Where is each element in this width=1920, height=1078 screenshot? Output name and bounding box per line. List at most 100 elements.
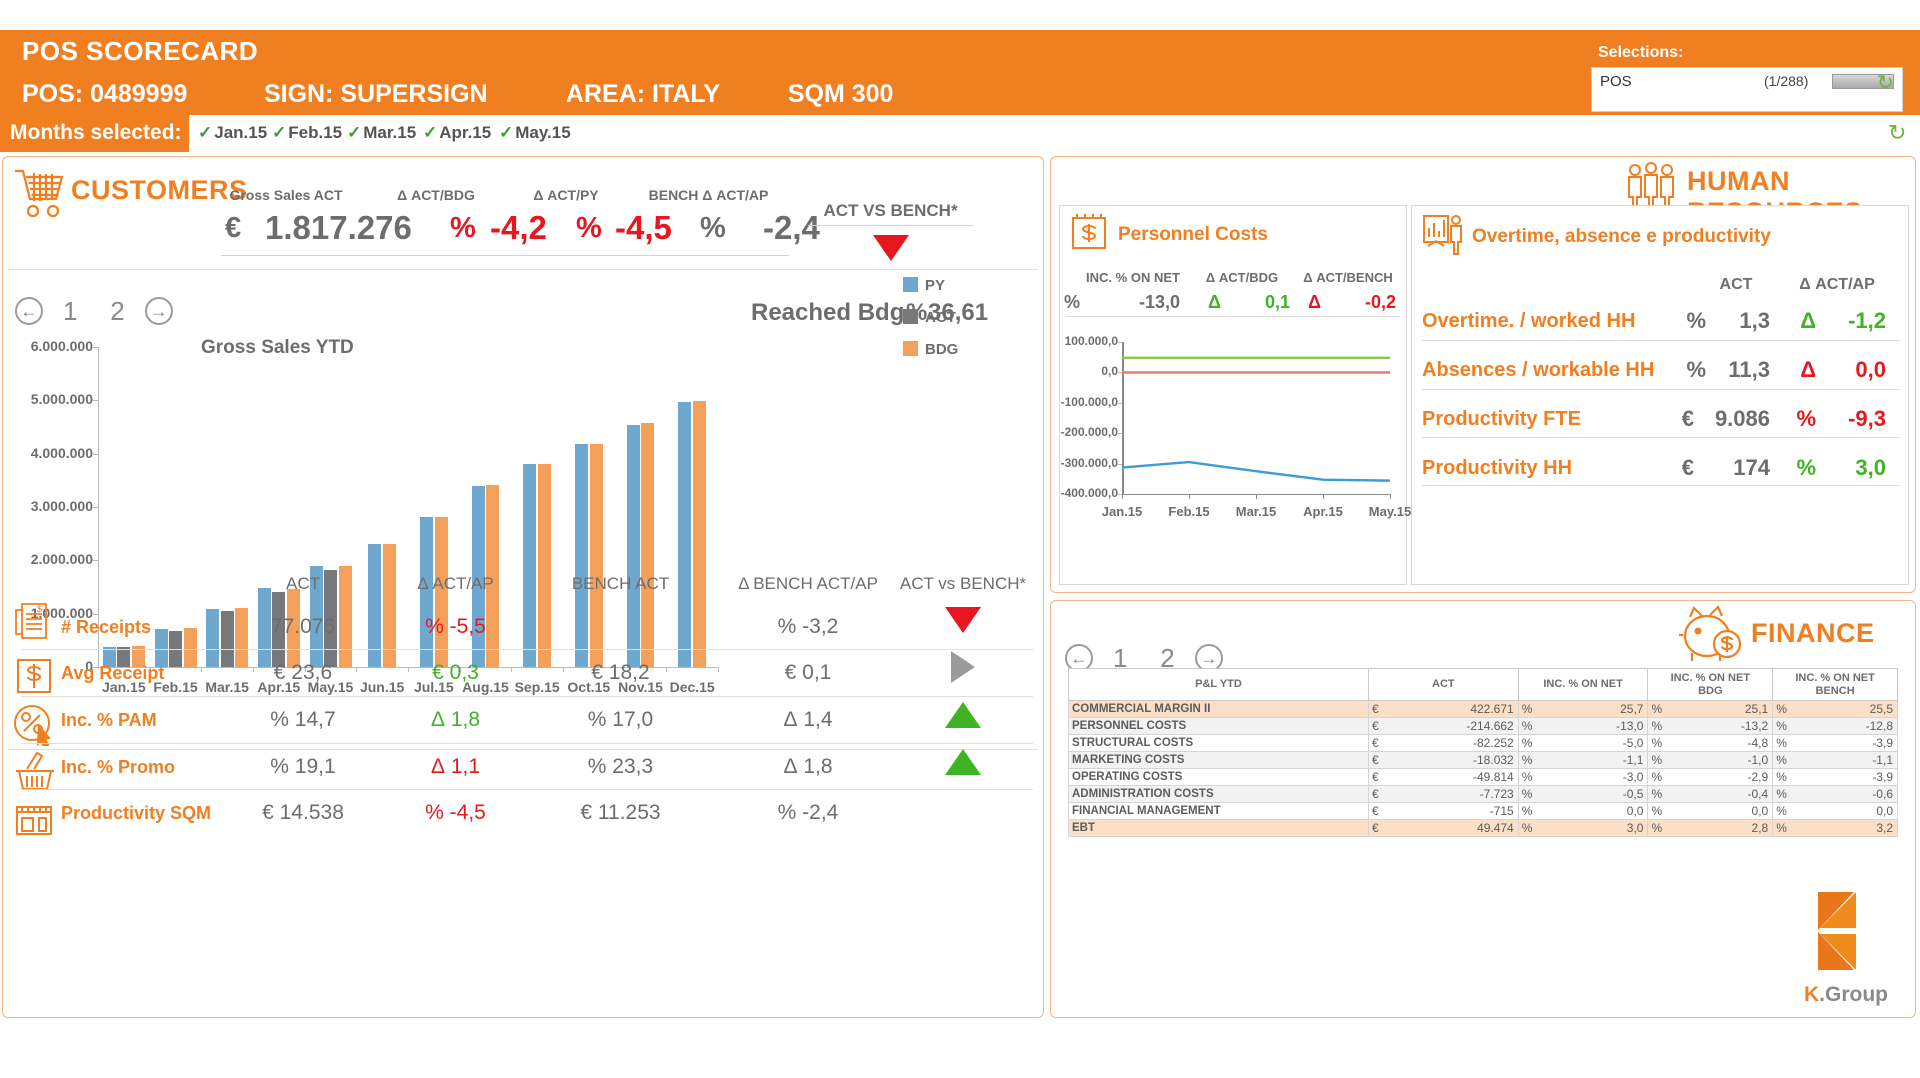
col-header-inc-on-net-bench: INC. % ON NET BENCH <box>1773 669 1898 701</box>
metric-label-avg-receipt: Avg Receipt <box>61 663 164 684</box>
dollar-receipt-icon <box>13 655 55 697</box>
y-axis-tick-label: 3.000.000 <box>3 498 93 514</box>
check-icon: ✓ <box>198 123 212 142</box>
months-selected-bar: Months selected: ✓Jan.15 ✓Feb.15 ✓Mar.15… <box>0 115 1920 152</box>
overtime-divider <box>1422 485 1900 486</box>
metric-receipts-bench-delta: % -3,2 <box>703 615 913 639</box>
pager-prev-button[interactable]: ← <box>15 297 43 325</box>
y-axis-tick-label: 4.000.000 <box>3 445 93 461</box>
table-row[interactable]: PERSONNEL COSTS€-214.662%-13,0%-13,2%-12… <box>1069 718 1898 735</box>
cell-percent-symbol: % <box>1773 769 1790 786</box>
table-row[interactable]: FINANCIAL MANAGEMENT€-715%0,0%0,0%0,0 <box>1069 803 1898 820</box>
overtime-header-act: ACT <box>1702 276 1770 294</box>
overtime-delta-value-3: 3,0 <box>1818 455 1886 481</box>
cell-percent-symbol: % <box>1518 820 1535 837</box>
personnel-divider <box>1066 316 1400 317</box>
cell-label: FINANCIAL MANAGEMENT <box>1069 803 1369 820</box>
unit: Δ <box>431 708 445 731</box>
metrics-row-divider <box>21 696 1033 697</box>
col-header-pl-ytd: P&L YTD <box>1069 669 1369 701</box>
metric-label-inc-pam: Inc. % PAM <box>61 710 157 731</box>
table-row[interactable]: EBT€49.474%3,0%2,8%3,2 <box>1069 820 1898 837</box>
cell-inc-on-net-bdg: -2,9 <box>1665 769 1773 786</box>
x-axis-tick-label: Feb.15 <box>1161 504 1217 519</box>
month-chip-feb[interactable]: ✓Feb.15 <box>272 123 342 143</box>
cell-inc-on-net-bench: 0,0 <box>1790 803 1898 820</box>
unit: Δ <box>431 755 445 778</box>
cell-inc-on-net-bench: -1,1 <box>1790 752 1898 769</box>
cell-act: -82.252 <box>1383 735 1519 752</box>
table-row[interactable]: COMMERCIAL MARGIN II€422.671%25,7%25,1%2… <box>1069 701 1898 718</box>
months-refresh-icon[interactable]: ↻ <box>1888 120 1906 146</box>
overtime-delta-value-1: 0,0 <box>1818 357 1886 383</box>
personnel-inc-unit: % <box>1064 292 1080 313</box>
cell-inc-on-net-bdg: -1,0 <box>1665 752 1773 769</box>
table-row[interactable]: OPERATING COSTS€-49.814%-3,0%-2,9%-3,9 <box>1069 769 1898 786</box>
k-logo-icon <box>1812 888 1880 974</box>
finance-section-title: FINANCE <box>1751 618 1875 649</box>
overtime-value-0: 1,3 <box>1708 308 1770 334</box>
table-header-row: P&L YTD ACT INC. % ON NET INC. % ON NET … <box>1069 669 1898 701</box>
cell-percent-symbol: % <box>1773 752 1790 769</box>
x-axis-tick-label: Apr.15 <box>1295 504 1351 519</box>
pager-next-button[interactable]: → <box>145 297 173 325</box>
kpi-header-act-bdg: Δ ACT/BDG <box>371 187 501 203</box>
check-icon: ✓ <box>423 123 437 142</box>
kpi-divider <box>221 255 789 256</box>
metric-inc-pam-indicator-up <box>945 702 981 728</box>
cell-percent-symbol: % <box>1773 786 1790 803</box>
table-row[interactable]: ADMINISTRATION COSTS€-7.723%-0,5%-0,4%-0… <box>1069 786 1898 803</box>
bar-py-Mar.15 <box>206 609 219 667</box>
metric-inc-promo-delta: Δ 1,1 <box>373 755 538 779</box>
month-label: Jan.15 <box>214 123 267 142</box>
table-row[interactable]: MARKETING COSTS€-18.032%-1,1%-1,0%-1,1 <box>1069 752 1898 769</box>
cell-inc-on-net-bdg: 25,1 <box>1665 701 1773 718</box>
cell-inc-on-net: 25,7 <box>1535 701 1648 718</box>
metric-avg-receipt-bench-delta: € 0,1 <box>703 661 913 685</box>
cell-inc-on-net-bdg: -0,4 <box>1665 786 1773 803</box>
cell-inc-on-net: 0,0 <box>1535 803 1648 820</box>
act-bdg-value: -4,2 <box>490 209 547 247</box>
month-chip-apr[interactable]: ✓Apr.15 <box>423 123 491 143</box>
cell-percent-symbol: % <box>1648 769 1665 786</box>
legend-item-bdg: BDG <box>903 341 958 358</box>
area-label: AREA: ITALY <box>566 80 781 109</box>
x-axis-tick <box>1256 494 1257 499</box>
month-chip-mar[interactable]: ✓Mar.15 <box>347 123 416 143</box>
personnel-costs-line-chart: 100.000,00,0-100.000,0-200.000,0-300.000… <box>1060 324 1408 582</box>
metric-inc-promo-act: % 19,1 <box>233 755 373 779</box>
unit: Δ <box>783 708 797 731</box>
overtime-divider <box>1422 389 1900 390</box>
metric-label-receipts: # Receipts <box>61 617 151 638</box>
pager-page-1[interactable]: 1 <box>50 296 90 327</box>
metrics-header-delta-bench: Δ BENCH ACT/AP <box>703 574 913 594</box>
table-row[interactable]: STRUCTURAL COSTS€-82.252%-5,0%-4,8%-3,9 <box>1069 735 1898 752</box>
cell-inc-on-net: -13,0 <box>1535 718 1648 735</box>
refresh-icon[interactable]: ↻ <box>1877 70 1894 95</box>
line1: INC. % ON NET <box>1795 672 1874 684</box>
pl-ytd-table: P&L YTD ACT INC. % ON NET INC. % ON NET … <box>1068 668 1898 837</box>
metric-inc-pam-act: % 14,7 <box>233 708 373 732</box>
line1: INC. % ON NET <box>1671 672 1750 684</box>
month-chip-may[interactable]: ✓May.15 <box>499 123 571 143</box>
metrics-header-act: ACT <box>233 574 373 594</box>
selection-row-pos[interactable]: POS (1/288) ↻ <box>1591 67 1903 112</box>
personnel-costs-title: Personnel Costs <box>1118 224 1268 246</box>
reached-bdg-label: Reached Bdg <box>751 299 904 327</box>
cell-percent-symbol: % <box>1648 752 1665 769</box>
kgroup-name: K.Group <box>1804 983 1888 1007</box>
kgroup-accent: K <box>1804 983 1819 1006</box>
people-group-icon <box>1621 161 1681 209</box>
sqm-label: SQM 300 <box>788 80 894 109</box>
pager-page-2[interactable]: 2 <box>97 296 137 327</box>
store-icon <box>11 795 57 839</box>
chart-pager: ← 1 2 → <box>15 294 173 327</box>
metric-avg-receipt-delta: € 0,3 <box>373 661 538 685</box>
overtime-value-3: 174 <box>1696 455 1770 481</box>
receipt-icon: $ <box>11 600 55 644</box>
overtime-delta-value-0: -1,2 <box>1818 308 1886 334</box>
metric-productivity-sqm-act: € 14.538 <box>233 801 373 825</box>
month-chip-jan[interactable]: ✓Jan.15 <box>198 123 267 143</box>
x-axis-tick <box>1189 494 1190 499</box>
kpi-header-bench: BENCH Δ ACT/AP <box>631 187 786 203</box>
